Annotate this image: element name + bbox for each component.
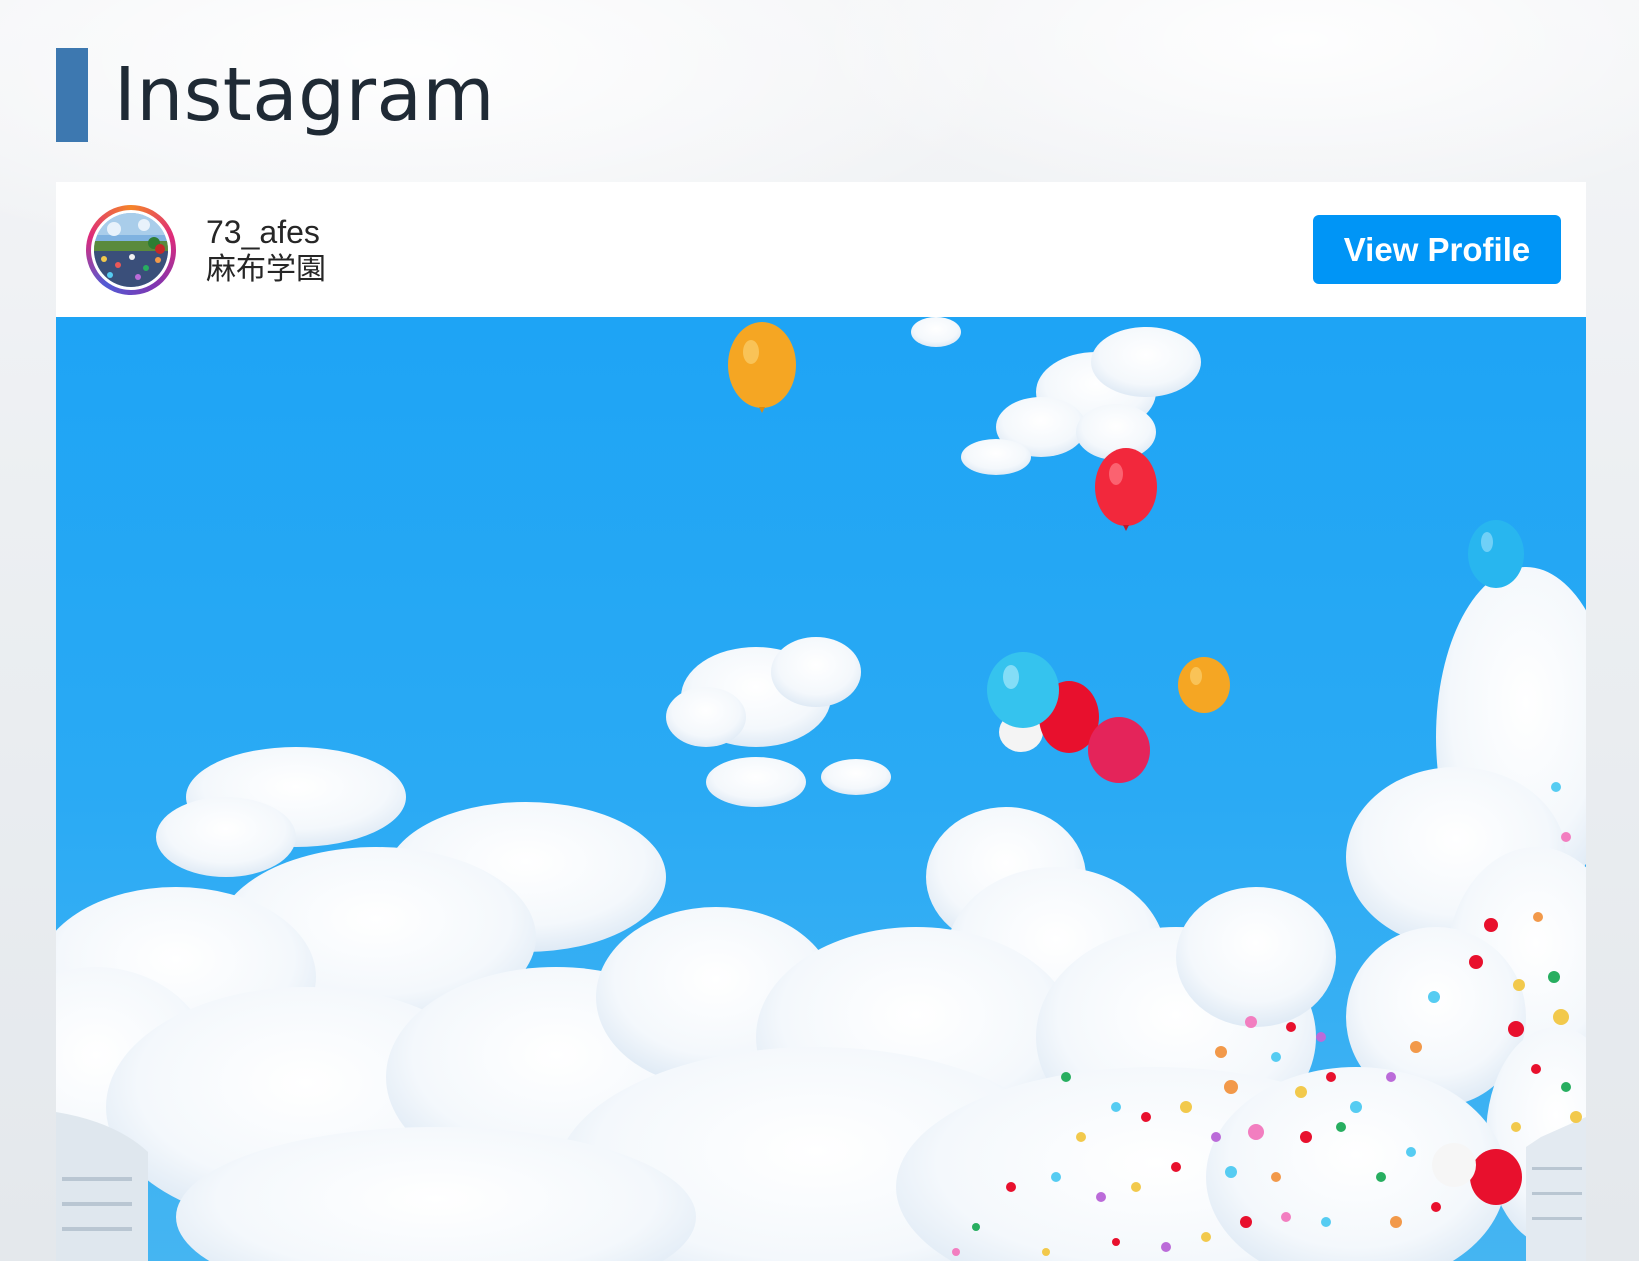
balloon-group <box>987 652 1230 783</box>
profile-username[interactable]: 73_afes <box>206 212 326 252</box>
feed-header: 73_afes 麻布学園 View Profile <box>56 182 1586 317</box>
instagram-feed: 73_afes 麻布学園 View Profile <box>56 182 1586 1261</box>
profile-info: 73_afes 麻布学園 <box>206 212 326 288</box>
heading-accent-bar <box>56 48 88 142</box>
balloon-orange-top <box>728 322 796 413</box>
cloud-lower <box>56 747 1506 1261</box>
balloon-blue-right <box>1468 520 1524 588</box>
profile-display-name: 麻布学園 <box>206 253 326 286</box>
section-title: Instagram <box>114 52 495 138</box>
post-image[interactable] <box>56 317 1586 1261</box>
section-heading: Instagram <box>56 48 495 142</box>
balloon-red-top <box>1095 448 1157 531</box>
cloud-middle <box>666 637 891 807</box>
view-profile-button[interactable]: View Profile <box>1313 215 1561 284</box>
profile-avatar-icon <box>94 213 168 287</box>
profile-avatar[interactable] <box>86 205 176 295</box>
cloud-upper <box>911 317 1201 475</box>
